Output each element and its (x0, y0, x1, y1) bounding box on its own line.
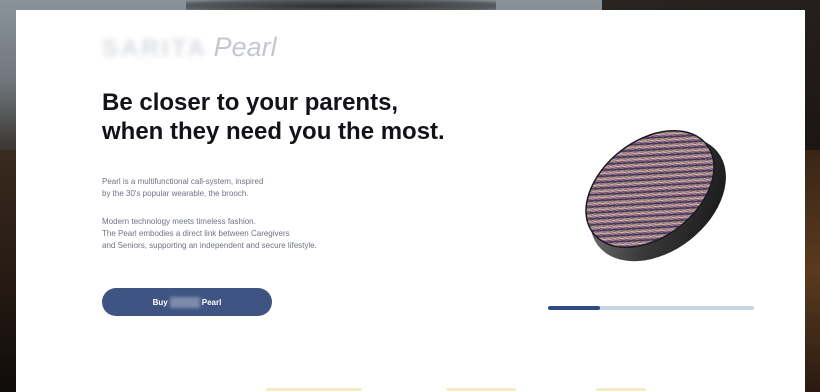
description-line: and Seniors, supporting an independent a… (102, 241, 317, 250)
buy-button-suffix: Pearl (201, 297, 222, 307)
brand-logo: SARITA (102, 35, 208, 62)
product-name: Pearl (213, 32, 277, 62)
carousel-progress[interactable] (548, 306, 754, 310)
description-line: The Pearl embodies a direct link between… (102, 229, 290, 238)
redacted-brand (169, 296, 200, 308)
background-right-edge (805, 150, 820, 392)
buy-pearl-button[interactable]: Buy Pearl (102, 288, 272, 316)
pearl-brooch-icon (585, 129, 726, 262)
description-paragraph-1: Pearl is a multifunctional call-system, … (102, 176, 302, 200)
product-modal: SARITA Pearl Be closer to your parents, … (16, 10, 805, 392)
buy-button-prefix: Buy (152, 297, 168, 307)
carousel-progress-fill (548, 306, 600, 310)
headline-line-2: when they need you the most. (102, 118, 445, 145)
description-line: by the 30's popular wearable, the brooch… (102, 189, 249, 198)
description-paragraph-2: Modern technology meets timeless fashion… (102, 216, 362, 252)
brand-header: SARITA Pearl (102, 32, 277, 66)
description-line: Modern technology meets timeless fashion… (102, 217, 256, 226)
decorative-marks (266, 388, 646, 392)
description-line: Pearl is a multifunctional call-system, … (102, 177, 264, 186)
headline-line-1: Be closer to your parents, (102, 89, 399, 116)
page-title: Be closer to your parents, when they nee… (102, 88, 522, 146)
background-left-edge (0, 150, 16, 392)
